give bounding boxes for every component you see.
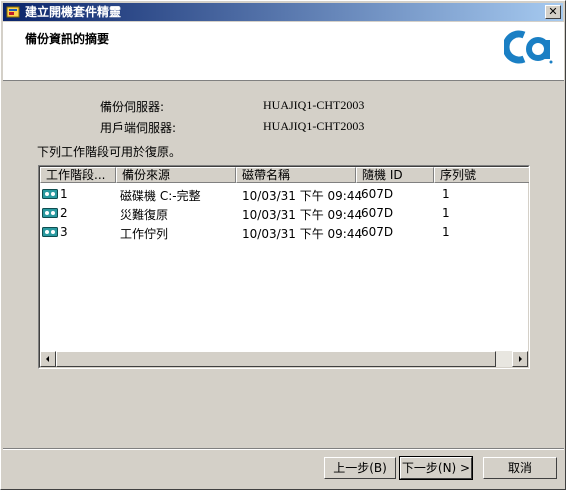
column-header-session[interactable]: 工作階段... bbox=[40, 167, 116, 183]
arrow-right-icon bbox=[519, 356, 522, 362]
wizard-header: 備份資訊的摘要 bbox=[3, 22, 564, 81]
client-server-label: 用戶端伺服器: bbox=[100, 121, 177, 135]
scroll-left-button[interactable] bbox=[40, 351, 56, 367]
back-button[interactable]: 上一步(B) bbox=[324, 457, 396, 479]
table-row[interactable]: 3 工作佇列 10/03/31 下午 09:44 607D 1 bbox=[40, 223, 528, 242]
footer-separator bbox=[3, 448, 564, 450]
cell-serial: 1 bbox=[442, 206, 450, 220]
column-header-random-id[interactable]: 隨機 ID bbox=[356, 167, 434, 183]
cell-random-id: 607D bbox=[361, 206, 394, 220]
cell-session: 2 bbox=[60, 206, 68, 220]
table-row[interactable]: 2 災難復原 10/03/31 下午 09:44 607D 1 bbox=[40, 204, 528, 223]
tape-icon bbox=[42, 189, 58, 199]
close-icon: ✕ bbox=[548, 5, 558, 18]
ca-logo bbox=[504, 30, 553, 64]
cell-serial: 1 bbox=[442, 225, 450, 239]
column-header-source[interactable]: 備份來源 bbox=[116, 167, 236, 183]
backup-server-value: HUAJIQ1-CHT2003 bbox=[263, 98, 365, 112]
cell-random-id: 607D bbox=[361, 225, 394, 239]
cell-tape-name: 10/03/31 下午 09:44 bbox=[242, 208, 363, 222]
app-icon bbox=[6, 6, 20, 18]
tape-icon bbox=[42, 208, 58, 218]
title-bar[interactable]: 建立開機套件精靈 ✕ bbox=[3, 3, 563, 21]
sessions-list[interactable]: 工作階段... 備份來源 磁帶名稱 隨機 ID 序列號 1 磁碟機 C:-完整 … bbox=[38, 165, 530, 369]
page-title: 備份資訊的摘要 bbox=[25, 32, 110, 46]
cell-tape-name: 10/03/31 下午 09:44 bbox=[242, 227, 363, 241]
horizontal-scrollbar[interactable] bbox=[40, 351, 528, 367]
sessions-info-text: 下列工作階段可用於復原。 bbox=[37, 145, 182, 159]
cell-tape-name: 10/03/31 下午 09:44 bbox=[242, 189, 363, 203]
column-header-serial[interactable]: 序列號 bbox=[434, 167, 529, 183]
close-button[interactable]: ✕ bbox=[545, 5, 561, 19]
cell-session: 1 bbox=[60, 187, 68, 201]
next-button[interactable]: 下一步(N) > bbox=[399, 456, 473, 480]
backup-server-label: 備份伺服器: bbox=[100, 100, 165, 114]
cell-source: 工作佇列 bbox=[120, 227, 169, 241]
cell-source: 磁碟機 C:-完整 bbox=[120, 189, 201, 203]
column-header-tape-name[interactable]: 磁帶名稱 bbox=[236, 167, 356, 183]
scroll-right-button[interactable] bbox=[512, 351, 528, 367]
scroll-thumb[interactable] bbox=[56, 351, 496, 367]
cell-session: 3 bbox=[60, 225, 68, 239]
client-server-value: HUAJIQ1-CHT2003 bbox=[263, 119, 365, 133]
cell-serial: 1 bbox=[442, 187, 450, 201]
table-row[interactable]: 1 磁碟機 C:-完整 10/03/31 下午 09:44 607D 1 bbox=[40, 185, 528, 204]
window-title: 建立開機套件精靈 bbox=[25, 5, 122, 19]
cell-random-id: 607D bbox=[361, 187, 394, 201]
arrow-left-icon bbox=[46, 356, 49, 362]
wizard-window: 建立開機套件精靈 ✕ 備份資訊的摘要 備份伺服器: HUAJIQ1-CHT200… bbox=[0, 0, 566, 490]
cancel-button[interactable]: 取消 bbox=[483, 457, 557, 479]
tape-icon bbox=[42, 227, 58, 237]
cell-source: 災難復原 bbox=[120, 208, 169, 222]
